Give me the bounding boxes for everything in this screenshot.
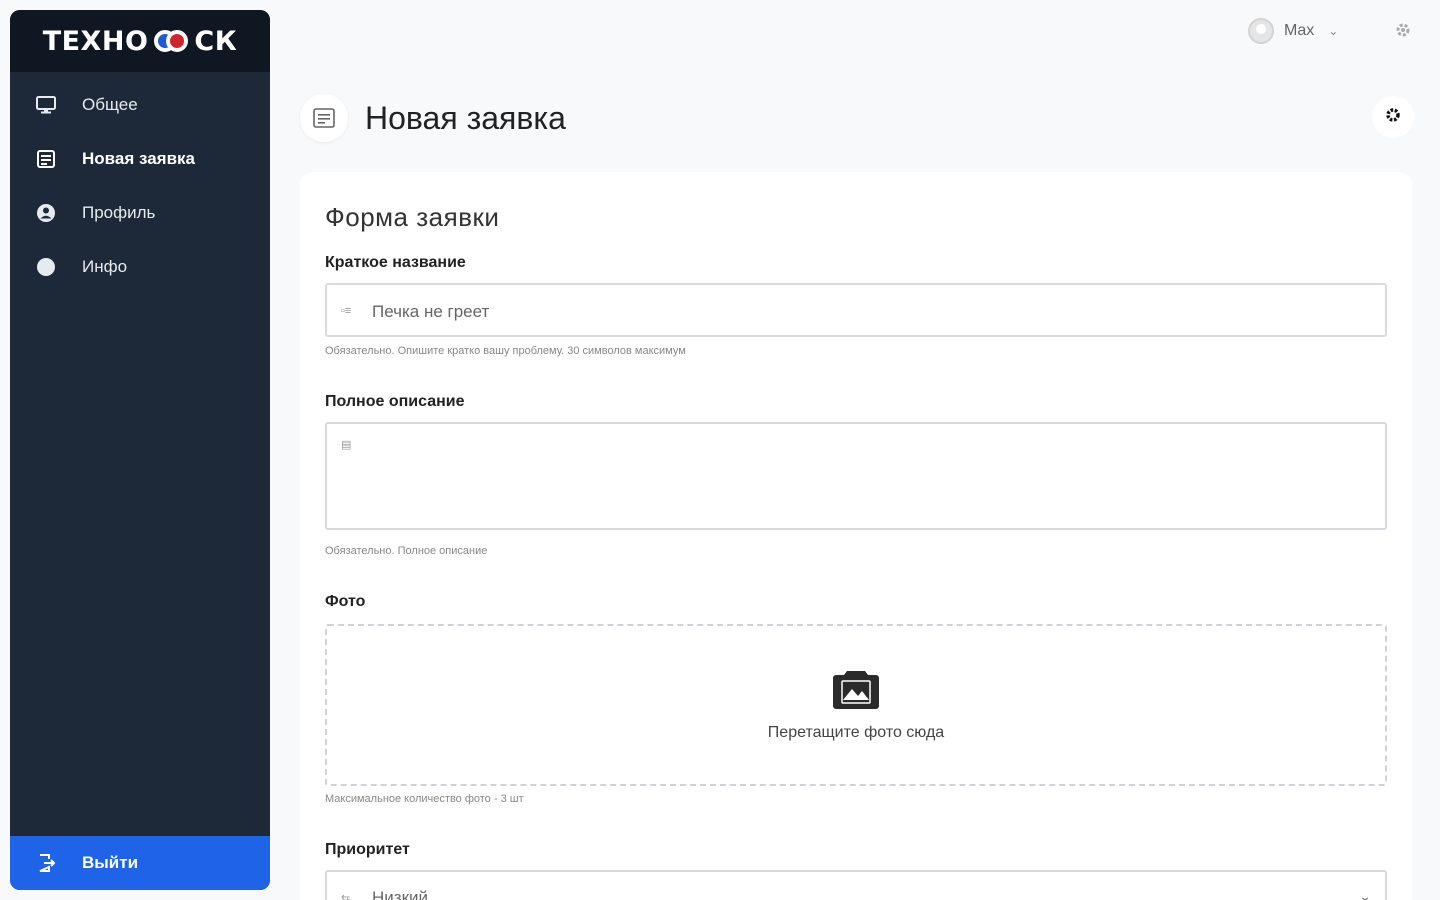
logo-text-left: ТЕХНО (42, 25, 149, 57)
full-description-textarea[interactable]: ▤ (325, 422, 1387, 530)
short-name-hint: Обязательно. Опишите кратко вашу проблем… (325, 345, 686, 357)
sidebar-item-label: Новая заявка (82, 149, 195, 168)
text-field-icon: ▫≡ (341, 305, 352, 317)
user-name: Max (1284, 22, 1315, 39)
sidebar-item-new-request[interactable]: Новая заявка (10, 132, 270, 186)
sidebar-item-label: Общее (82, 95, 138, 114)
priority-select[interactable]: ⇆ Низкий ⌄ (325, 870, 1387, 900)
logout-button[interactable]: Выйти (10, 836, 270, 890)
sidebar-nav: Общее Новая заявка Профиль Инфо (10, 78, 270, 294)
form-title: Форма заявки (325, 202, 500, 232)
photo-drop-zone[interactable]: Перетащите фото сюда (325, 624, 1387, 786)
logout-label: Выйти (82, 853, 139, 872)
monitor-icon (36, 95, 56, 115)
gear-icon (1385, 107, 1401, 128)
sidebar-item-label: Инфо (82, 257, 128, 276)
priority-label: Приоритет (325, 841, 410, 858)
request-form-card: Форма заявки Краткое название ▫≡ Печка н… (300, 172, 1412, 900)
logo-mark-icon (152, 26, 190, 56)
short-name-value: Печка не греет (372, 302, 490, 321)
user-menu[interactable]: Max ⌄ (1248, 18, 1338, 44)
drop-zone-text: Перетащите фото сюда (767, 723, 945, 741)
full-description-hint: Обязательно. Полное описание (325, 545, 488, 557)
info-icon (36, 257, 56, 277)
page-title: Новая заявка (365, 100, 566, 136)
brand-logo[interactable]: ТЕХНО СК (10, 10, 270, 72)
full-description-label: Полное описание (325, 393, 465, 410)
short-name-input[interactable]: ▫≡ Печка не греет (325, 283, 1387, 337)
avatar (1248, 18, 1274, 44)
sidebar-item-general[interactable]: Общее (10, 78, 270, 132)
logo-text-right: СК (194, 25, 238, 57)
user-circle-icon (36, 203, 56, 223)
gear-icon[interactable] (1395, 22, 1411, 43)
chevron-down-icon: ⌄ (1328, 24, 1339, 38)
sidebar-item-info[interactable]: Инфо (10, 240, 270, 294)
priority-icon: ⇆ (341, 893, 351, 900)
text-area-icon: ▤ (341, 439, 352, 451)
priority-value: Низкий (372, 888, 428, 900)
photo-label: Фото (325, 593, 366, 610)
sidebar: ТЕХНО СК Общее Новая заявка Профиль Инфо… (10, 10, 270, 890)
photo-hint: Максимальное количество фото - 3 шт (325, 793, 524, 805)
logout-icon (36, 853, 56, 873)
document-list-icon (36, 149, 56, 169)
add-photo-icon (833, 669, 879, 714)
short-name-label: Краткое название (325, 254, 466, 271)
sidebar-item-profile[interactable]: Профиль (10, 186, 270, 240)
document-icon (300, 94, 348, 142)
chevron-down-icon: ⌄ (1359, 888, 1371, 900)
sidebar-item-label: Профиль (82, 203, 156, 222)
settings-button[interactable] (1372, 96, 1414, 138)
